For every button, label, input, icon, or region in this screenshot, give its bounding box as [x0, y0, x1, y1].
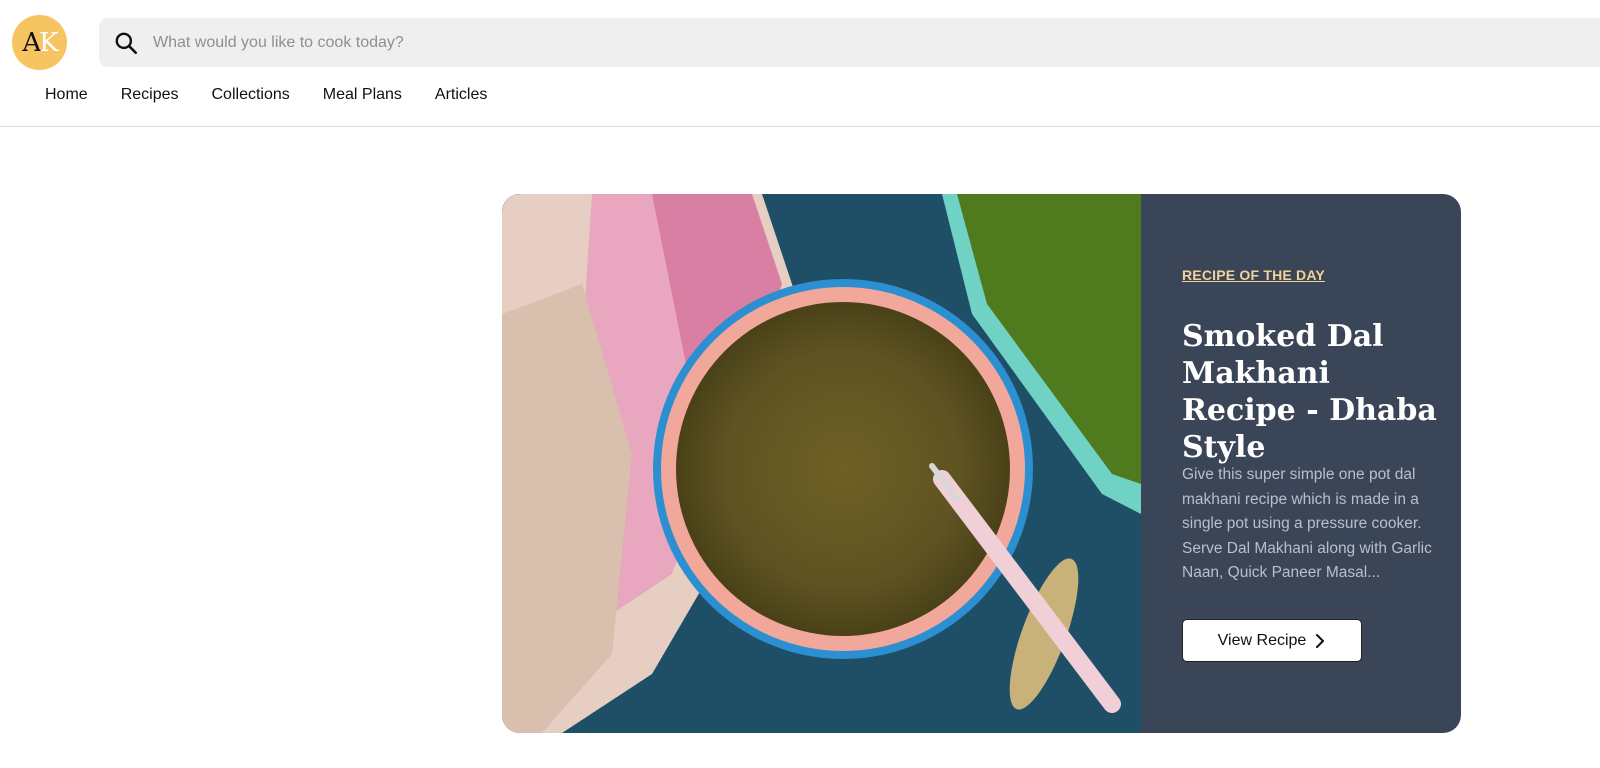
recipe-description-text: Give this super simple one pot dal makha…	[1182, 466, 1432, 581]
logo-letter-k: K	[39, 27, 58, 58]
recipe-of-the-day-card: RECIPE OF THE DAY Smoked Dal Makhani Rec…	[502, 194, 1461, 733]
nav-item-home[interactable]: Home	[45, 86, 88, 104]
recipe-info-panel: RECIPE OF THE DAY Smoked Dal Makhani Rec…	[1141, 194, 1461, 733]
main-nav: Home Recipes Collections Meal Plans Arti…	[45, 86, 520, 104]
view-recipe-button[interactable]: View Recipe	[1182, 619, 1362, 662]
nav-item-collections[interactable]: Collections	[212, 86, 290, 104]
recipe-description: Give this super simple one pot dal makha…	[1182, 463, 1445, 586]
dal-makhani-image	[502, 194, 1141, 733]
recipe-title[interactable]: Smoked Dal Makhani Recipe - Dhaba Style	[1182, 318, 1452, 466]
search-bar[interactable]	[99, 18, 1600, 67]
recipe-photo[interactable]	[502, 194, 1141, 733]
search-input[interactable]	[153, 33, 1353, 52]
site-header: AK Home Recipes Collections Meal Plans A…	[0, 0, 1600, 127]
recipe-of-the-day-link[interactable]: RECIPE OF THE DAY	[1182, 267, 1325, 283]
nav-item-meal-plans[interactable]: Meal Plans	[323, 86, 402, 104]
site-logo[interactable]: AK	[12, 15, 67, 70]
search-icon	[115, 32, 138, 54]
nav-item-recipes[interactable]: Recipes	[121, 86, 179, 104]
nav-item-articles[interactable]: Articles	[435, 86, 487, 104]
logo-letter-a: A	[22, 27, 41, 58]
chevron-right-icon	[1316, 633, 1325, 648]
view-recipe-label: View Recipe	[1217, 631, 1307, 649]
